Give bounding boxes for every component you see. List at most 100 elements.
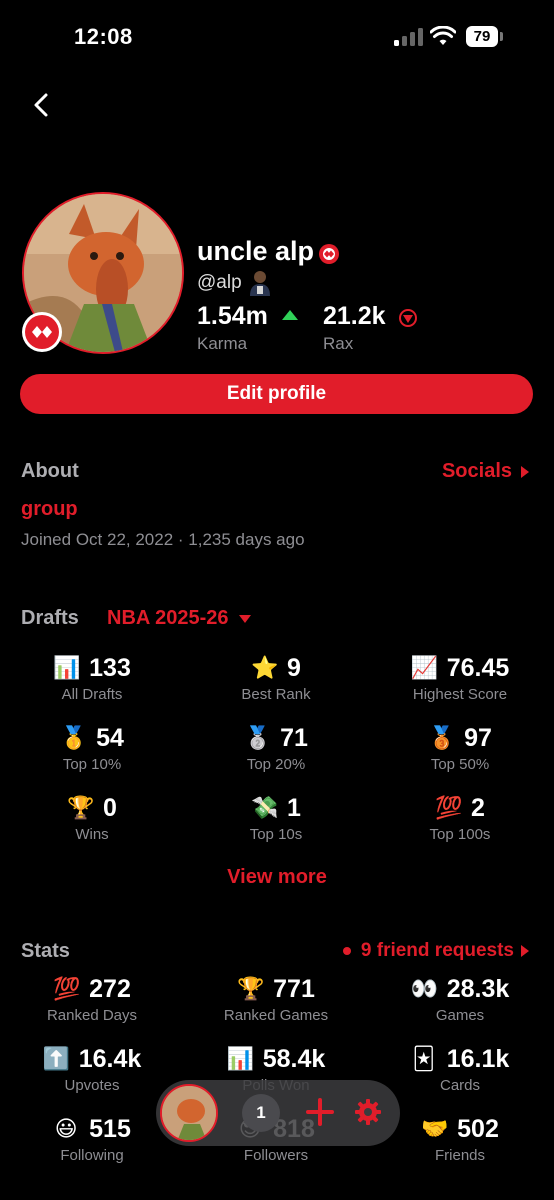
stat-label: Friends	[434, 1147, 486, 1164]
stat-cell: 💯 272 Ranked Days	[0, 973, 184, 1025]
battery-icon	[500, 32, 503, 41]
stat-cell: ⬆️ 16.4k Upvotes	[0, 1043, 184, 1095]
stat-cell: 🥈 71 Top 20%	[184, 722, 368, 774]
bar-chart-icon: 📊	[53, 655, 81, 680]
stat-label: Followers	[243, 1147, 309, 1164]
floating-action-bar: 1	[156, 1080, 400, 1146]
stat-cell: 🃏 16.1k Cards	[368, 1043, 552, 1095]
stat-value: 0	[103, 793, 117, 822]
stat-label: Highest Score	[412, 686, 508, 703]
group-link[interactable]: group	[21, 498, 78, 521]
bar-avatar[interactable]	[160, 1084, 218, 1142]
stat-cell: 💸 1 Top 10s	[184, 792, 368, 844]
status-bar: 12:08 79	[0, 0, 554, 76]
stat-value: 9	[287, 653, 301, 682]
stat-cell: 🏆 0 Wins	[0, 792, 184, 844]
basketball-player-emoji-icon	[250, 271, 270, 296]
gold-medal-icon: 🥇	[60, 725, 88, 750]
stat-cell: 🥉 97 Top 50%	[368, 722, 552, 774]
eyes-icon: 👀	[410, 976, 439, 1001]
stat-label: Wins	[75, 826, 109, 843]
bronze-medal-icon: 🥉	[428, 725, 456, 750]
socials-link[interactable]: Socials	[442, 460, 530, 483]
stat-cell: 💯 2 Top 100s	[368, 792, 552, 844]
stat-label: Best Rank	[241, 686, 311, 703]
stats-heading: Stats	[21, 940, 70, 962]
trophy-icon: 🏆	[67, 795, 95, 820]
up-arrow-icon: ⬆️	[42, 1046, 71, 1071]
stat-value: 771	[273, 974, 315, 1003]
bar-chart-icon: 📊	[226, 1046, 255, 1071]
stat-value: 76.45	[446, 653, 510, 682]
karma-up-triangle-icon	[282, 310, 298, 320]
stat-value: 272	[89, 974, 131, 1003]
back-chevron-icon[interactable]	[28, 90, 56, 120]
stat-cell: 👀 28.3k Games	[368, 973, 552, 1025]
socials-label: Socials	[441, 460, 512, 482]
stat-value: 515	[89, 1114, 131, 1143]
view-more-button[interactable]: View more	[0, 866, 554, 889]
handshake-icon: 🤝	[421, 1116, 449, 1141]
stat-value: 54	[96, 723, 124, 752]
trophy-icon: 🏆	[237, 976, 265, 1001]
money-wings-icon: 💸	[251, 795, 279, 820]
stat-value: 58.4k	[262, 1044, 326, 1073]
rax-value: 21.2k	[323, 302, 386, 330]
silver-medal-icon: 🥈	[244, 725, 272, 750]
verified-badge-icon	[319, 244, 339, 264]
stat-label: Games	[435, 1007, 485, 1024]
about-heading: About	[21, 460, 79, 482]
smiley-icon: 😃	[54, 1116, 78, 1141]
cellular-signal-icon	[394, 28, 424, 46]
stat-cell: 📈 76.45 Highest Score	[368, 652, 552, 704]
level-badge	[22, 312, 62, 352]
stat-cell: 📊 133 All Drafts	[0, 652, 184, 704]
stat-label: Cards	[439, 1077, 480, 1094]
joker-card-icon: 🃏	[412, 1046, 435, 1071]
hundred-points-icon: 💯	[53, 976, 81, 1001]
stat-label: Following	[60, 1147, 124, 1164]
caret-right-icon	[521, 465, 529, 478]
joined-date: Joined Oct 22, 2022 · 1,235 days ago	[21, 530, 305, 549]
plus-icon[interactable]	[304, 1096, 336, 1128]
stat-label: Ranked Days	[46, 1007, 138, 1024]
rax-coin-icon	[399, 309, 417, 327]
stat-value: 502	[457, 1114, 499, 1143]
trending-up-chart-icon: 📈	[410, 655, 439, 680]
karma-value: 1.54m	[197, 302, 268, 330]
season-label: NBA 2025-26	[107, 607, 229, 629]
caret-right-icon	[521, 945, 529, 957]
stat-value: 28.3k	[446, 974, 510, 1003]
stat-cell: 🏆 771 Ranked Games	[184, 973, 368, 1025]
stat-label: Top 100s	[429, 826, 491, 843]
stat-cell: 🥇 54 Top 10%	[0, 722, 184, 774]
stat-label: Top 10s	[249, 826, 303, 843]
karma-label: Karma	[197, 334, 248, 353]
stat-value: 16.1k	[446, 1044, 510, 1073]
stat-value: 16.4k	[78, 1044, 142, 1073]
gear-icon[interactable]	[353, 1097, 383, 1127]
stat-label: Ranked Games	[223, 1007, 329, 1024]
stat-label: Top 10%	[62, 756, 122, 773]
status-time: 12:08	[74, 24, 133, 49]
friend-requests-link[interactable]: 9 friend requests	[342, 940, 530, 962]
profile-name: uncle alp	[197, 236, 315, 266]
stat-value: 133	[89, 653, 131, 682]
stat-label: All Drafts	[61, 686, 123, 703]
edit-profile-button[interactable]: Edit profile	[20, 374, 533, 414]
season-dropdown[interactable]: NBA 2025-26	[107, 607, 251, 630]
friend-requests-label: 9 friend requests	[360, 940, 514, 961]
drafts-heading: Drafts	[21, 607, 79, 629]
notification-count-badge[interactable]: 1	[242, 1094, 280, 1132]
stat-cell: ⭐ 9 Best Rank	[184, 652, 368, 704]
caret-down-icon	[238, 614, 251, 623]
stat-label: Top 20%	[246, 756, 306, 773]
stat-value: 1	[287, 793, 301, 822]
fox-avatar-thumbnail	[162, 1086, 216, 1140]
rex-logo-icon	[25, 315, 59, 349]
rax-label: Rax	[323, 334, 354, 353]
notification-dot-icon	[342, 947, 351, 955]
stat-value: 97	[464, 723, 492, 752]
profile-handle: @alp	[197, 272, 242, 293]
stat-value: 71	[280, 723, 308, 752]
